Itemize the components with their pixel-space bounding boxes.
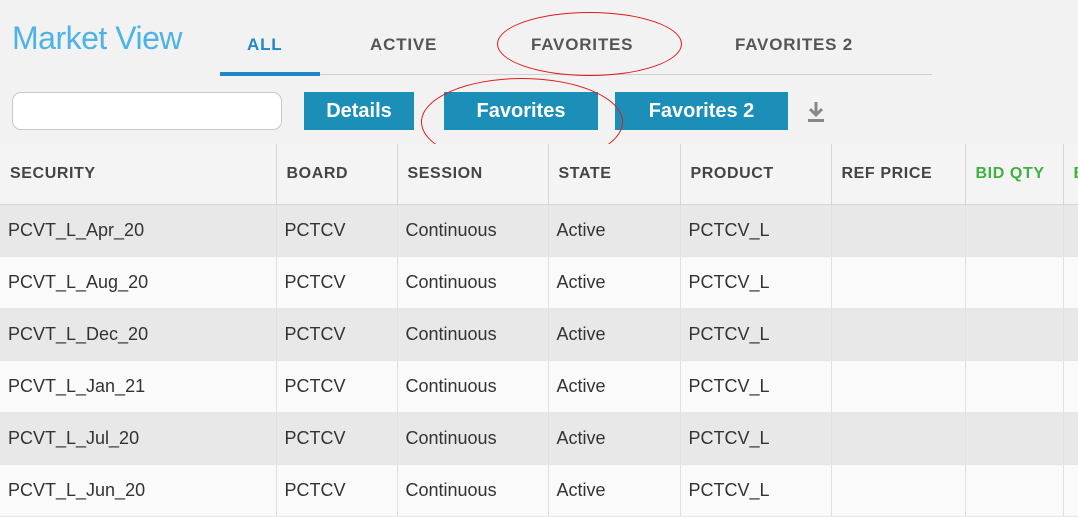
cell-bid-qty — [965, 464, 1064, 517]
column-header-bid-truncated[interactable]: B — [1063, 144, 1078, 205]
cell-session: Continuous — [397, 360, 549, 413]
cell-product: PCTCV_L — [680, 256, 832, 309]
cell-session: Continuous — [397, 256, 549, 309]
cell-product: PCTCV_L — [680, 308, 832, 361]
table-row[interactable]: PCVT_L_Jul_20 PCTCV Continuous Active PC… — [0, 412, 1078, 465]
market-table: SECURITY BOARD SESSION STATE PRODUCT REF… — [0, 144, 1078, 517]
cell-board: PCTCV — [276, 308, 398, 361]
tab-active[interactable]: ACTIVE — [370, 35, 437, 55]
cell-state: Active — [548, 464, 681, 517]
cell-bid-qty — [965, 412, 1064, 465]
cell-board: PCTCV — [276, 256, 398, 309]
favorites-button[interactable]: Favorites — [444, 92, 598, 130]
column-header-board[interactable]: BOARD — [276, 144, 398, 205]
column-header-state[interactable]: STATE — [548, 144, 681, 205]
search-input[interactable] — [12, 92, 282, 130]
tab-favorites-2[interactable]: FAVORITES 2 — [735, 35, 853, 55]
cell-session: Continuous — [397, 204, 549, 257]
market-view-header: Market View ALL ACTIVE FAVORITES FAVORIT… — [0, 0, 1078, 88]
table-header-row: SECURITY BOARD SESSION STATE PRODUCT REF… — [0, 144, 1078, 205]
cell-session: Continuous — [397, 412, 549, 465]
cell-ref-price — [831, 256, 966, 309]
cell-security: PCVT_L_Jun_20 — [0, 464, 277, 517]
table-row[interactable]: PCVT_L_Dec_20 PCTCV Continuous Active PC… — [0, 308, 1078, 361]
table-row[interactable]: PCVT_L_Jun_20 PCTCV Continuous Active PC… — [0, 464, 1078, 517]
cell-bid — [1063, 412, 1078, 465]
cell-ref-price — [831, 204, 966, 257]
cell-security: PCVT_L_Jan_21 — [0, 360, 277, 413]
cell-state: Active — [548, 204, 681, 257]
active-tab-indicator — [220, 72, 320, 76]
cell-ref-price — [831, 360, 966, 413]
cell-bid — [1063, 204, 1078, 257]
cell-security: PCVT_L_Aug_20 — [0, 256, 277, 309]
cell-bid-qty — [965, 360, 1064, 413]
tab-all[interactable]: ALL — [247, 35, 282, 55]
cell-ref-price — [831, 412, 966, 465]
cell-bid — [1063, 308, 1078, 361]
cell-state: Active — [548, 412, 681, 465]
column-header-security[interactable]: SECURITY — [0, 144, 277, 205]
cell-board: PCTCV — [276, 464, 398, 517]
cell-bid — [1063, 360, 1078, 413]
cell-bid — [1063, 464, 1078, 517]
cell-bid — [1063, 256, 1078, 309]
download-icon[interactable] — [805, 100, 827, 124]
cell-session: Continuous — [397, 464, 549, 517]
column-header-ref-price[interactable]: REF PRICE — [831, 144, 966, 205]
cell-bid-qty — [965, 308, 1064, 361]
cell-session: Continuous — [397, 308, 549, 361]
cell-state: Active — [548, 256, 681, 309]
tab-favorites[interactable]: FAVORITES — [531, 35, 633, 55]
cell-security: PCVT_L_Apr_20 — [0, 204, 277, 257]
cell-security: PCVT_L_Jul_20 — [0, 412, 277, 465]
column-header-product[interactable]: PRODUCT — [680, 144, 832, 205]
page-title: Market View — [12, 20, 182, 56]
tab-divider — [320, 74, 932, 75]
toolbar: Details Favorites Favorites 2 — [0, 88, 1078, 144]
cell-product: PCTCV_L — [680, 464, 832, 517]
cell-state: Active — [548, 360, 681, 413]
table-row[interactable]: PCVT_L_Jan_21 PCTCV Continuous Active PC… — [0, 360, 1078, 413]
cell-board: PCTCV — [276, 360, 398, 413]
cell-security: PCVT_L_Dec_20 — [0, 308, 277, 361]
favorites-2-button[interactable]: Favorites 2 — [615, 92, 788, 130]
column-header-session[interactable]: SESSION — [397, 144, 549, 205]
cell-state: Active — [548, 308, 681, 361]
cell-product: PCTCV_L — [680, 204, 832, 257]
table-row[interactable]: PCVT_L_Aug_20 PCTCV Continuous Active PC… — [0, 256, 1078, 309]
column-header-bid-qty[interactable]: BID QTY — [965, 144, 1064, 205]
table-row[interactable]: PCVT_L_Apr_20 PCTCV Continuous Active PC… — [0, 204, 1078, 257]
details-button[interactable]: Details — [304, 92, 414, 130]
cell-ref-price — [831, 308, 966, 361]
cell-product: PCTCV_L — [680, 412, 832, 465]
cell-product: PCTCV_L — [680, 360, 832, 413]
cell-bid-qty — [965, 204, 1064, 257]
cell-ref-price — [831, 464, 966, 517]
cell-board: PCTCV — [276, 412, 398, 465]
cell-bid-qty — [965, 256, 1064, 309]
cell-board: PCTCV — [276, 204, 398, 257]
